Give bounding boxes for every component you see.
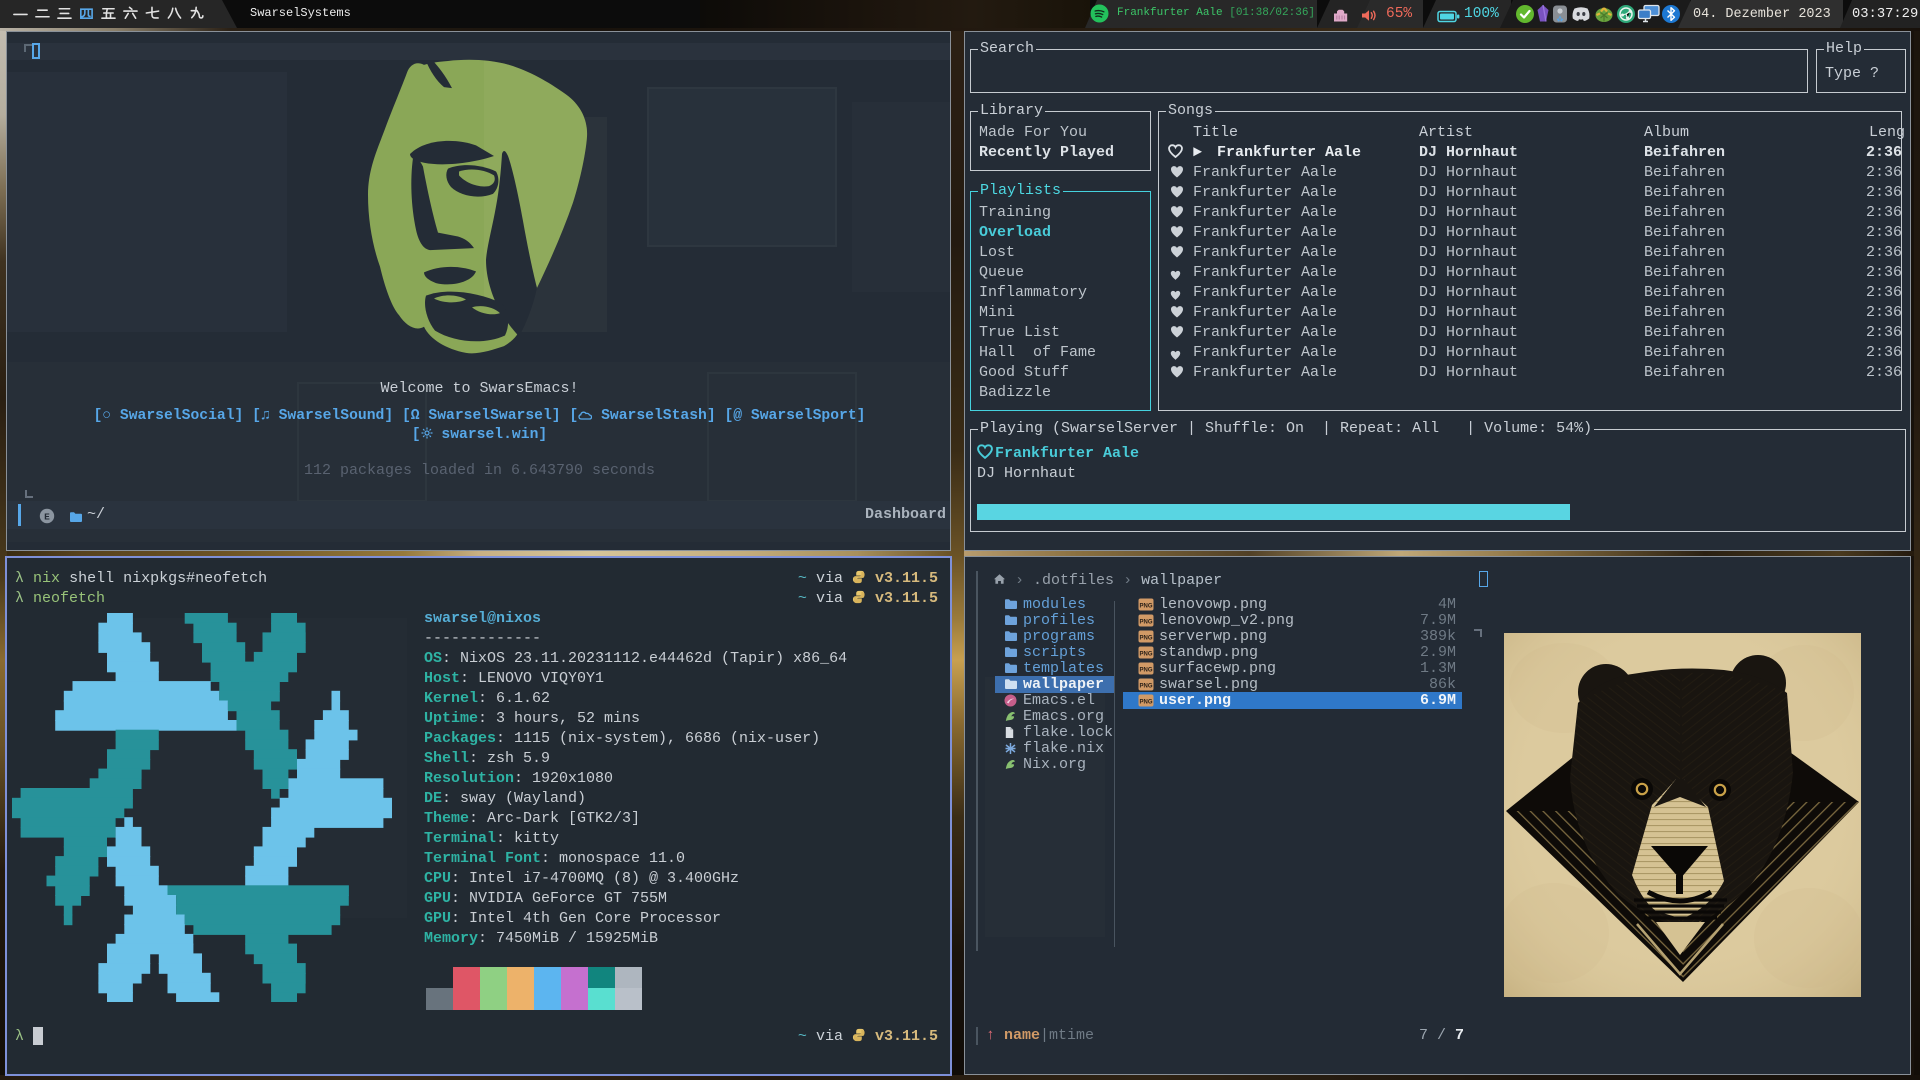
svg-text:E: E bbox=[44, 512, 50, 523]
